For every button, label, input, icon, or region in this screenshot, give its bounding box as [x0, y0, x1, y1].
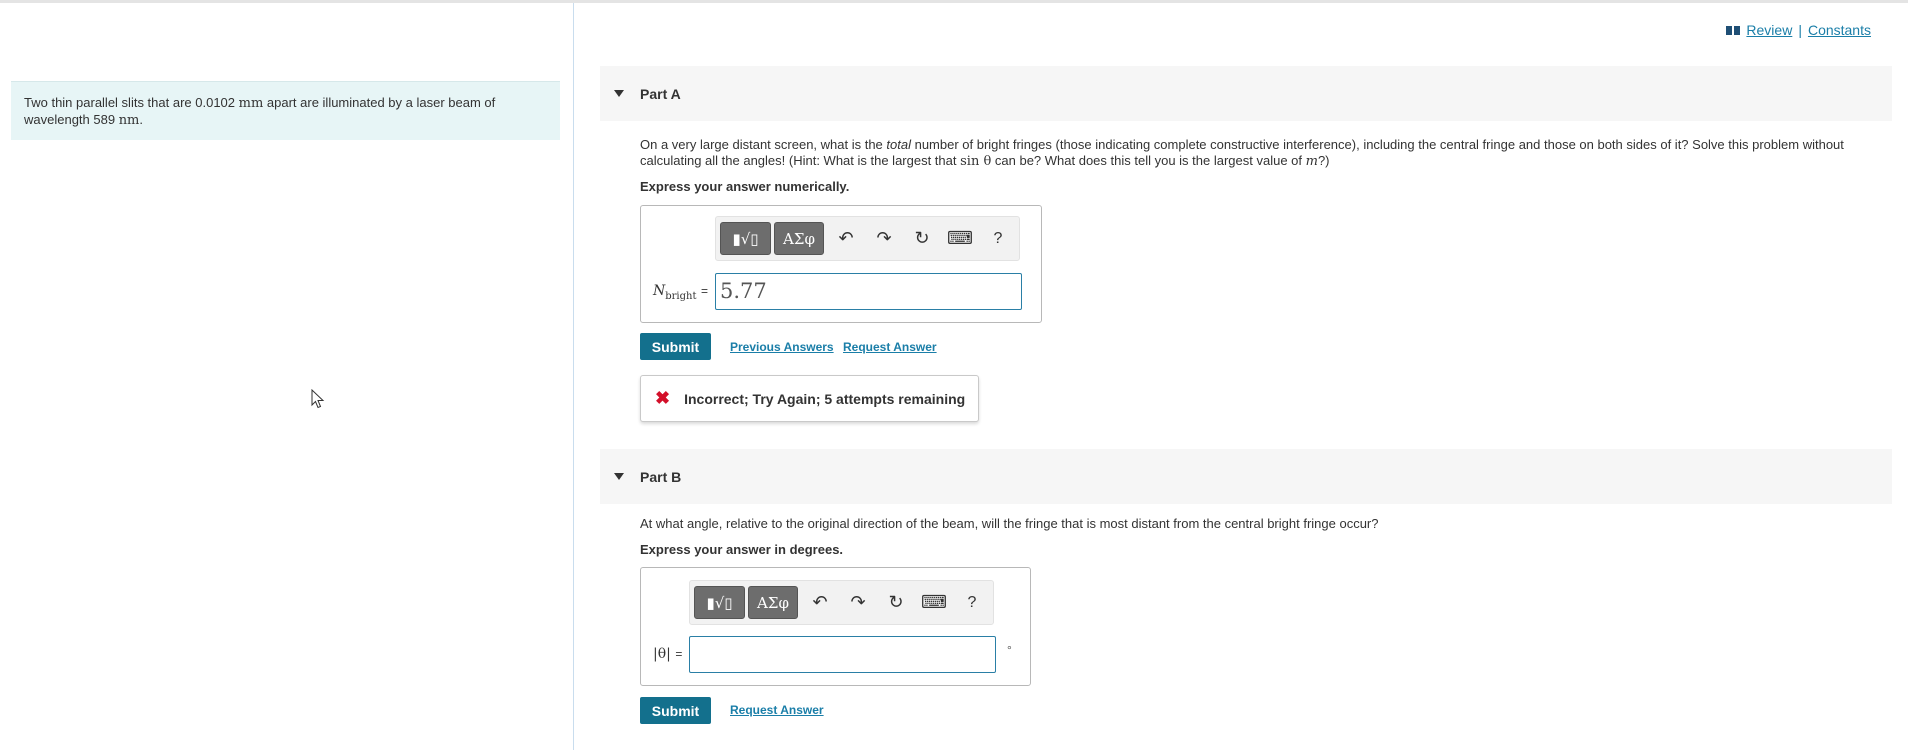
review-book-icon [1726, 25, 1741, 35]
math-toolbar: ▮√▯ ΑΣφ ↶ ↷ ↻ ⌨ ? [715, 216, 1020, 261]
greek-symbols-button[interactable]: ΑΣφ [748, 586, 798, 619]
previous-answers-link[interactable]: Previous Answers [730, 340, 834, 354]
part-b-answer-box: ▮√▯ ΑΣφ ↶ ↷ ↻ ⌨ ? |θ| = ° [640, 567, 1031, 686]
part-a-title: Part A [640, 85, 681, 102]
part-b-instruction: Express your answer in degrees. [640, 542, 844, 557]
math-toolbar: ▮√▯ ΑΣφ ↶ ↷ ↻ ⌨ ? [689, 580, 994, 625]
redo-icon[interactable]: ↷ [839, 588, 877, 618]
equals-sign: = [675, 647, 683, 661]
reset-icon[interactable]: ↻ [903, 224, 941, 254]
part-b-question: At what angle, relative to the original … [640, 516, 1379, 531]
undo-icon[interactable]: ↶ [801, 588, 839, 618]
undo-icon[interactable]: ↶ [827, 224, 865, 254]
theta-label: |θ| = [653, 646, 682, 662]
greek-symbols-button[interactable]: ΑΣφ [774, 222, 824, 255]
question-text: can be? What does this tell you is the l… [991, 153, 1306, 168]
keyboard-icon[interactable]: ⌨ [915, 588, 953, 618]
part-b-header[interactable]: Part B [600, 449, 1892, 504]
question-math: sin θ [960, 154, 992, 169]
part-b-title: Part B [640, 468, 682, 485]
part-a-header[interactable]: Part A [600, 66, 1892, 121]
collapse-caret-icon[interactable] [614, 473, 624, 480]
question-text: On a very large distant screen, what is … [640, 137, 887, 152]
context-unit-mm: mm [238, 96, 264, 111]
question-var: m [1305, 154, 1318, 169]
context-text: Two thin parallel slits that are 0.0102 [24, 95, 239, 110]
question-emphasis: total [886, 137, 911, 152]
top-links: Review | Constants [1726, 22, 1871, 38]
var-theta: |θ| [653, 646, 671, 662]
link-separator: | [1798, 22, 1802, 38]
request-answer-link[interactable]: Request Answer [730, 703, 824, 717]
request-answer-link[interactable]: Request Answer [843, 340, 937, 354]
submit-button[interactable]: Submit [640, 333, 711, 360]
part-a-answer-box: ▮√▯ ΑΣφ ↶ ↷ ↻ ⌨ ? Nbright = 5.77 [640, 205, 1042, 323]
n-bright-input[interactable]: 5.77 [715, 273, 1022, 310]
collapse-caret-icon[interactable] [614, 90, 624, 97]
templates-button[interactable]: ▮√▯ [694, 586, 745, 619]
redo-icon[interactable]: ↷ [865, 224, 903, 254]
part-a-instruction: Express your answer numerically. [640, 179, 850, 194]
help-icon[interactable]: ? [979, 224, 1017, 254]
pane-divider [573, 3, 574, 750]
context-unit-nm: nm [118, 113, 140, 128]
equals-sign: = [700, 284, 708, 298]
templates-button[interactable]: ▮√▯ [720, 222, 771, 255]
feedback-text: Incorrect; Try Again; 5 attempts remaini… [684, 390, 966, 407]
part-a-question: On a very large distant screen, what is … [640, 137, 1860, 170]
submit-button[interactable]: Submit [640, 697, 711, 724]
mouse-cursor-icon [311, 389, 325, 409]
question-text: ?) [1317, 153, 1330, 168]
review-link[interactable]: Review [1746, 22, 1792, 38]
context-text: . [139, 112, 144, 127]
reset-icon[interactable]: ↻ [877, 588, 915, 618]
theta-input[interactable] [689, 636, 996, 673]
constants-link[interactable]: Constants [1808, 22, 1871, 38]
top-border [0, 0, 1908, 3]
keyboard-icon[interactable]: ⌨ [941, 224, 979, 254]
var-main: N [653, 283, 666, 299]
feedback-message: ✖ Incorrect; Try Again; 5 attempts remai… [640, 375, 979, 422]
degree-unit: ° [1007, 643, 1012, 657]
problem-context: Two thin parallel slits that are 0.0102 … [11, 81, 560, 140]
help-icon[interactable]: ? [953, 588, 991, 618]
incorrect-x-icon: ✖ [655, 388, 671, 408]
var-sub: bright [665, 290, 697, 302]
n-bright-label: Nbright = [653, 283, 708, 302]
